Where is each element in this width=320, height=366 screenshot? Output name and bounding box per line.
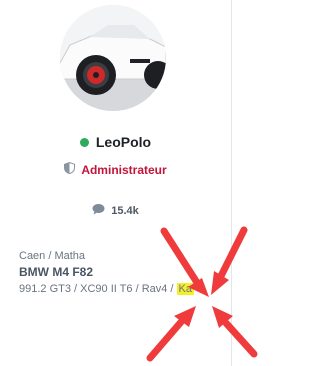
user-card: LeoPolo Administrateur 15.4k Caen / Math… [0,0,232,366]
user-location: Caen / Matha [19,250,86,262]
user-role-label: Administrateur [81,163,167,177]
main-car: BMW M4 F82 [19,265,94,279]
online-status-dot [79,137,89,147]
comment-icon [92,202,105,220]
highlighted-car: Ka [176,283,195,295]
username-link[interactable]: LeoPolo [96,134,151,150]
message-count-value: 15.4k [111,205,139,217]
car-list: 991.2 GT3 / XC90 II T6 / Rav4 / Ka [19,281,195,297]
user-avatar[interactable] [60,5,166,111]
message-count: 15.4k [0,202,231,220]
username-row: LeoPolo [0,134,231,150]
shield-icon [64,161,76,179]
user-role-row: Administrateur [0,161,231,179]
user-details: Caen / Matha BMW M4 F82 991.2 GT3 / XC90… [19,248,195,297]
car-list-text: 991.2 GT3 / XC90 II T6 / Rav4 / [19,283,177,295]
